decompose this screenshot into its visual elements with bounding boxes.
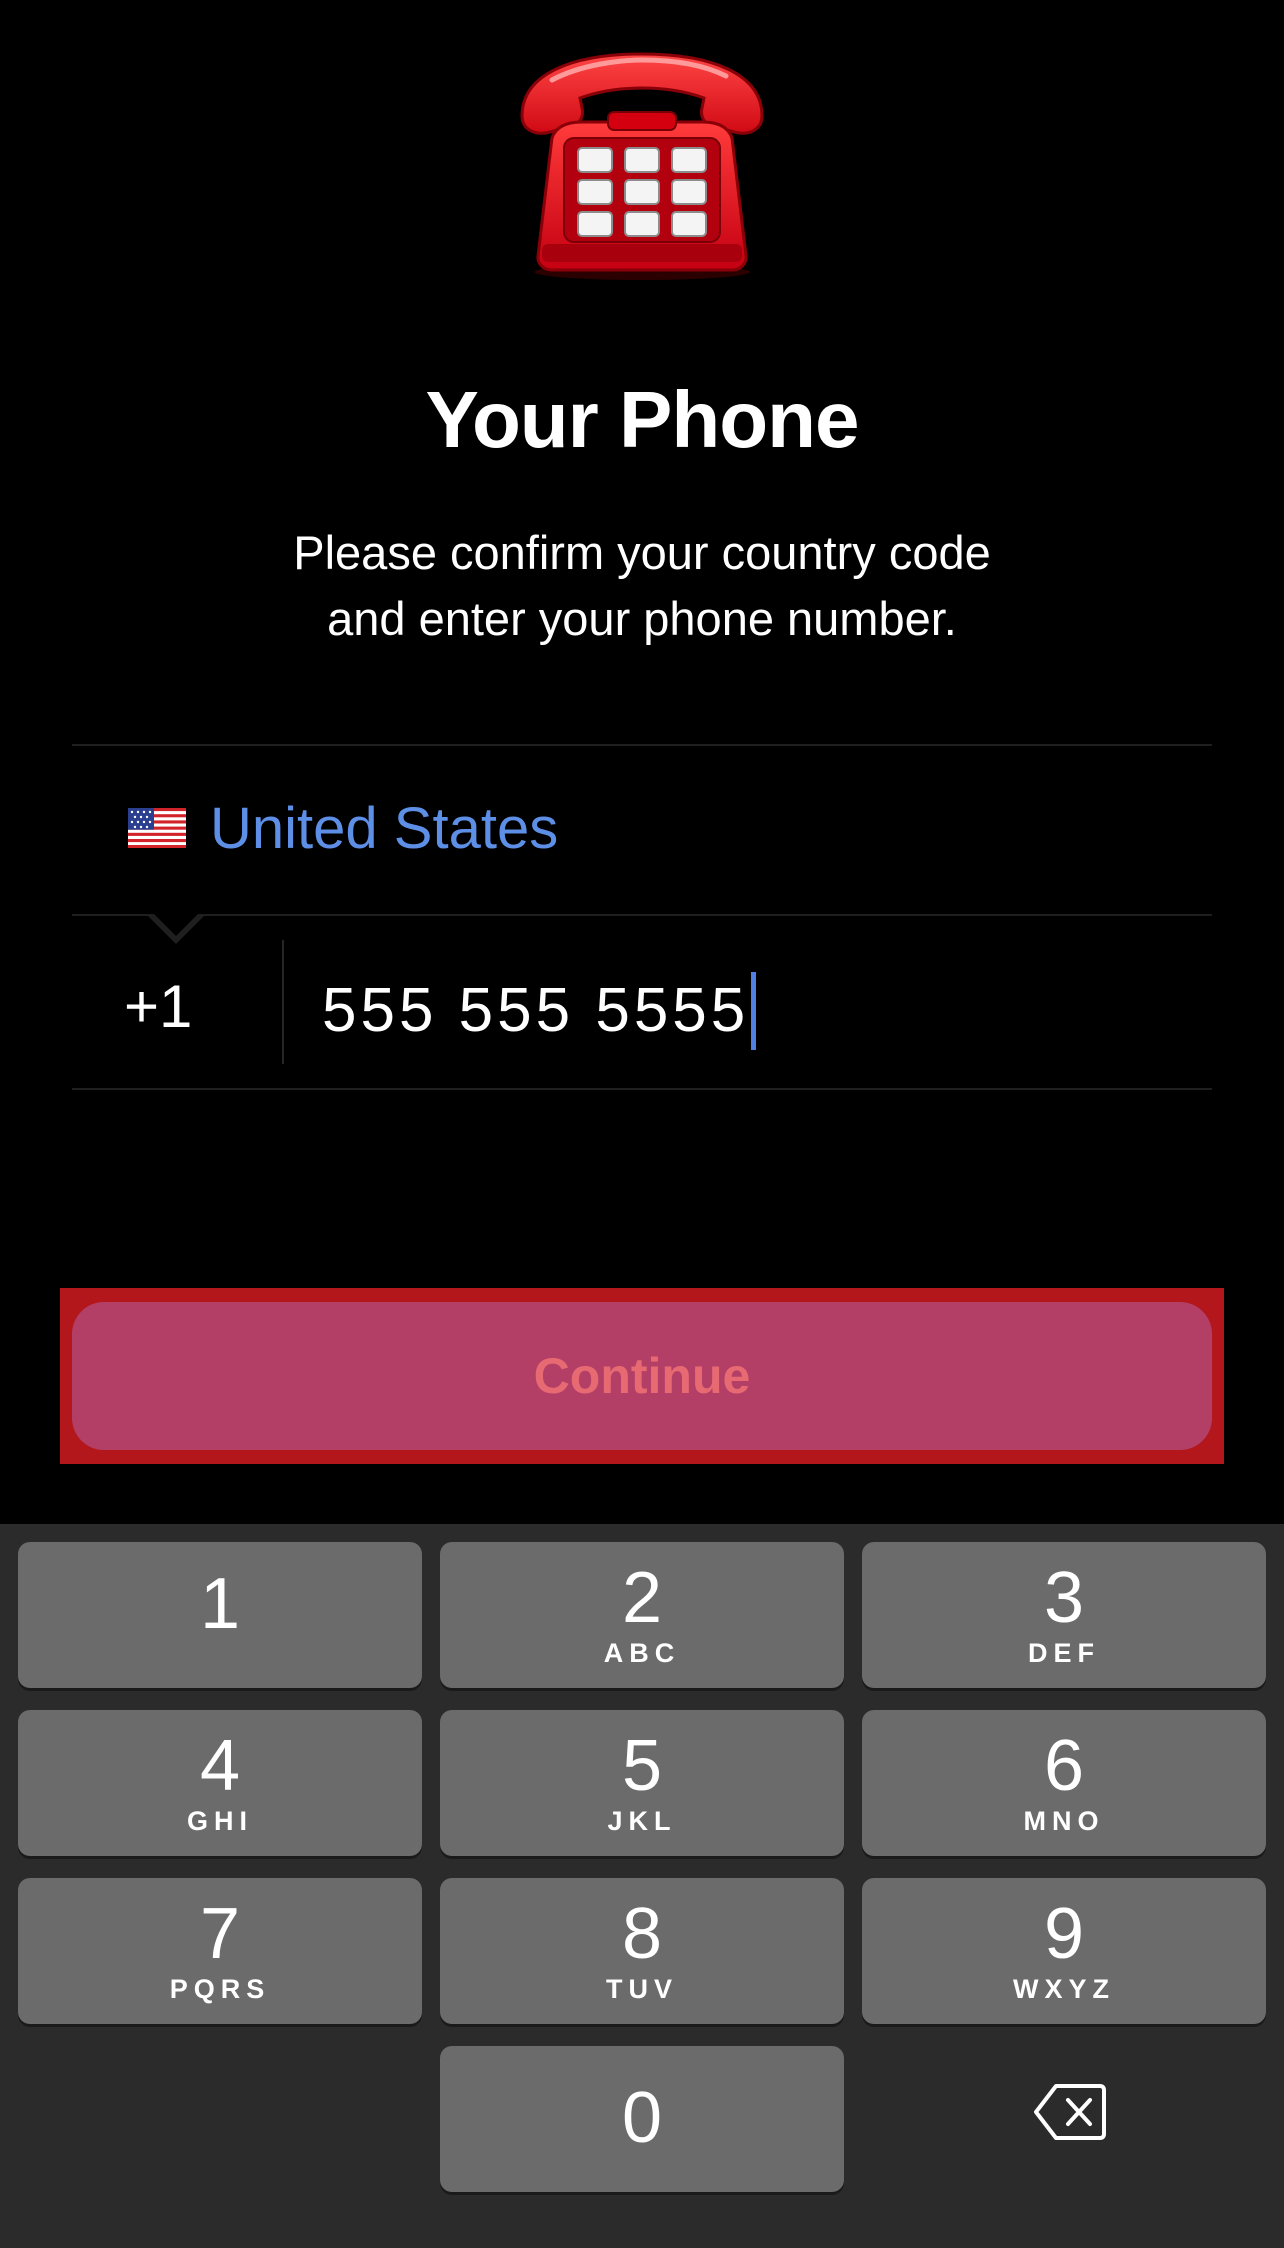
key-6[interactable]: 6 MNO [862,1710,1266,1856]
key-digit: 4 [199,1726,241,1806]
key-digit: 5 [621,1726,663,1806]
country-selector[interactable]: United States [72,746,1212,914]
phone-number-input[interactable]: 555 555 5555 [322,972,757,1050]
key-3[interactable]: 3 DEF [862,1542,1266,1688]
key-8[interactable]: 8 TUV [440,1878,844,2024]
key-digit: 6 [1043,1726,1085,1806]
key-digit: 8 [621,1894,663,1974]
page-subtitle: Please confirm your country code and ent… [0,520,1284,652]
code-separator [282,940,284,1064]
country-code-field[interactable]: +1 [124,972,192,1042]
subtitle-line: Please confirm your country code [293,526,991,579]
key-9[interactable]: 9 WXYZ [862,1878,1266,2024]
key-digit: 7 [199,1894,241,1974]
phone-number-value: 555 555 5555 [322,976,750,1045]
country-name: United States [210,796,559,861]
key-0[interactable]: 0 [440,2046,844,2192]
key-letters: DEF [1028,1638,1100,1668]
divider [72,1088,1212,1090]
key-7[interactable]: 7 PQRS [18,1878,422,2024]
backspace-icon[interactable] [1034,2082,1106,2142]
key-letters: GHI [186,1806,253,1836]
text-caret [751,972,757,1050]
key-digit: 0 [621,2078,663,2158]
subtitle-line: and enter your phone number. [327,592,957,645]
key-digit: 9 [1043,1894,1085,1974]
us-flag-icon [128,808,186,848]
key-digit: 2 [621,1558,663,1638]
phone-login-screen: Your Phone Please confirm your country c… [0,0,1284,2248]
continue-button-highlight: Continue [60,1288,1224,1464]
key-letters: TUV [606,1974,678,2004]
phone-number-row: +1 555 555 5555 [72,916,1212,1088]
key-letters: ABC [603,1638,681,1668]
key-letters: JKL [607,1806,677,1836]
key-digit: 1 [199,1564,241,1644]
key-letters: MNO [1023,1806,1105,1836]
key-2[interactable]: 2 ABC [440,1542,844,1688]
continue-button[interactable]: Continue [72,1302,1212,1450]
key-letters: PQRS [169,1974,271,2004]
key-letters: WXYZ [1013,1974,1115,2004]
key-5[interactable]: 5 JKL [440,1710,844,1856]
telephone-icon [520,52,764,280]
key-1[interactable]: 1 [18,1542,422,1688]
page-title: Your Phone [425,375,860,464]
key-digit: 3 [1043,1558,1085,1638]
key-4[interactable]: 4 GHI [18,1710,422,1856]
